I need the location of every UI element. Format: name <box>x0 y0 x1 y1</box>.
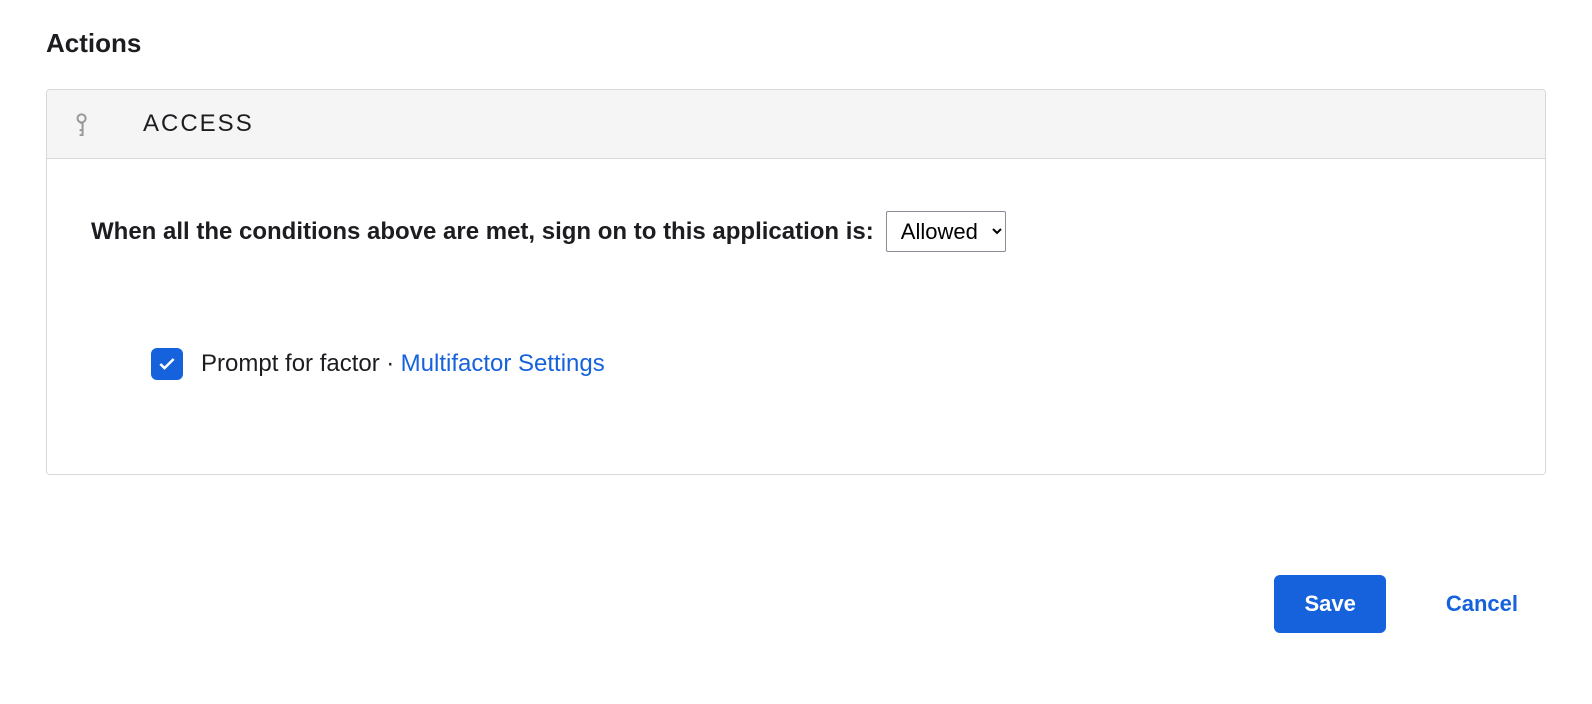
separator: · <box>386 350 394 377</box>
save-button[interactable]: Save <box>1274 575 1385 633</box>
check-icon <box>157 354 177 374</box>
button-row: Save Cancel <box>46 575 1546 633</box>
factor-text-group: Prompt for factor · Multifactor Settings <box>201 350 605 378</box>
panel-header-title: ACCESS <box>143 110 254 138</box>
cancel-button[interactable]: Cancel <box>1446 591 1518 617</box>
factor-row: Prompt for factor · Multifactor Settings <box>151 348 1501 380</box>
panel-header: ACCESS <box>47 90 1545 159</box>
access-panel: ACCESS When all the conditions above are… <box>46 89 1546 475</box>
prompt-factor-label: Prompt for factor <box>201 350 380 377</box>
condition-row: When all the conditions above are met, s… <box>91 211 1501 252</box>
key-icon <box>71 112 95 136</box>
multifactor-settings-link[interactable]: Multifactor Settings <box>401 350 605 377</box>
panel-body: When all the conditions above are met, s… <box>47 159 1545 474</box>
prompt-factor-checkbox[interactable] <box>151 348 183 380</box>
access-select[interactable]: Allowed <box>886 211 1006 252</box>
section-title: Actions <box>46 28 1546 59</box>
condition-label: When all the conditions above are met, s… <box>91 218 874 246</box>
